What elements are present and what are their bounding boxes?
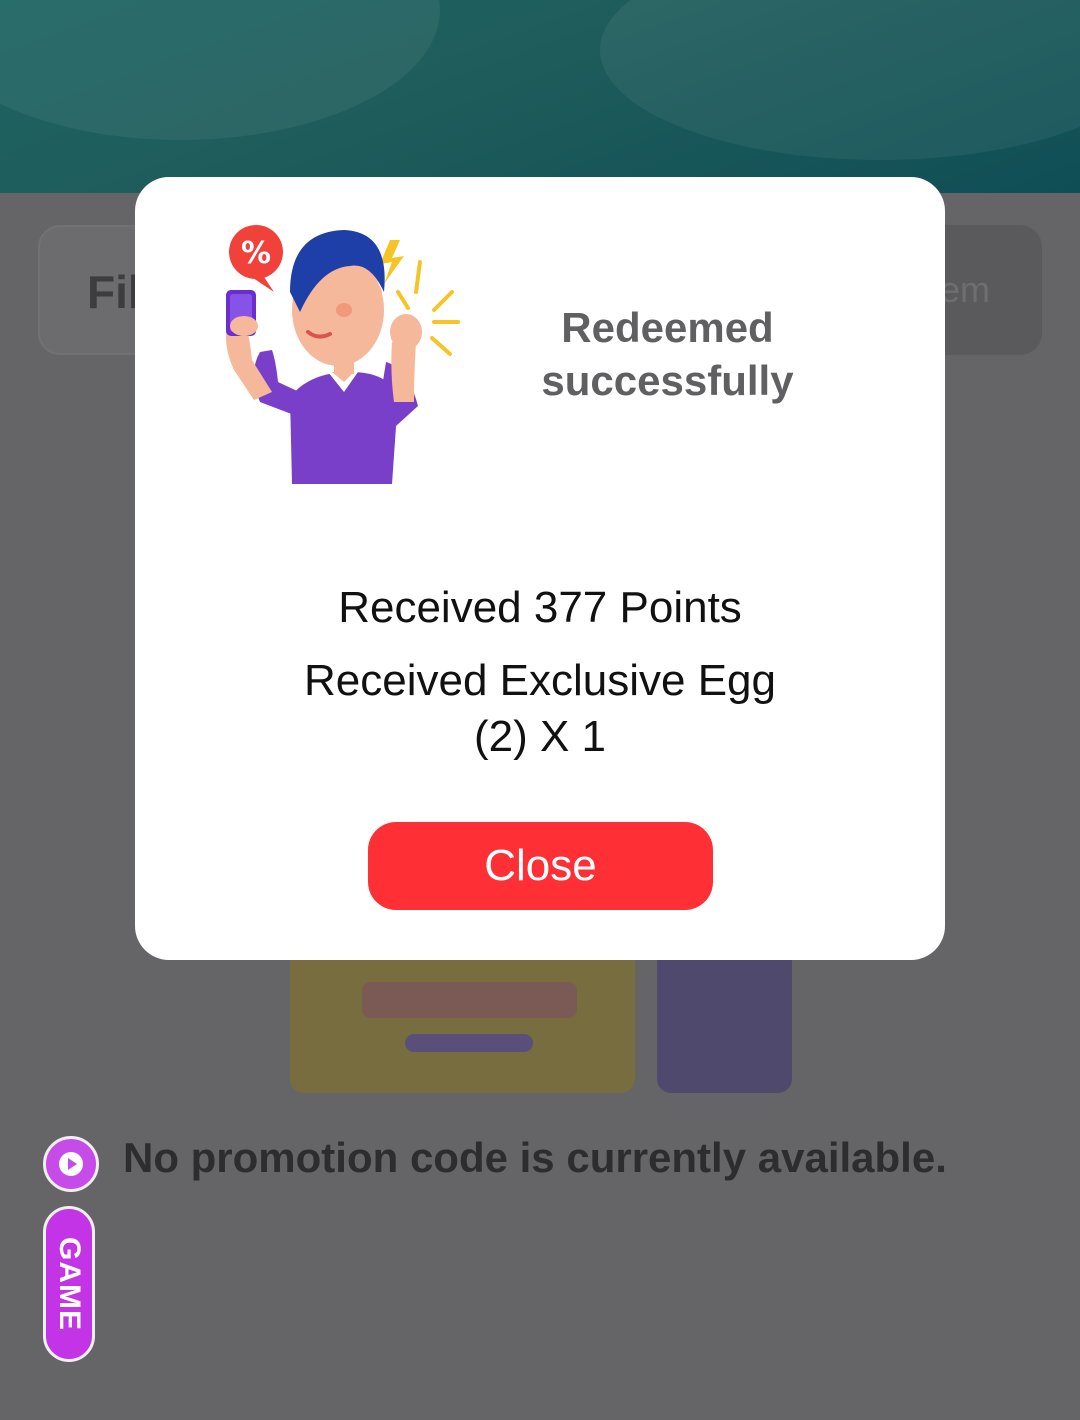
redeem-success-dialog: % Redeemed successfully Received 377 Poi… bbox=[135, 177, 945, 960]
play-icon bbox=[59, 1152, 83, 1176]
reward-points-text: Received 377 Points bbox=[338, 583, 742, 632]
redeem-tab-label: em bbox=[940, 269, 991, 310]
celebrating-person-illustration: % bbox=[226, 225, 460, 484]
game-button[interactable]: GAME bbox=[43, 1206, 95, 1362]
reward-item-label: Received Exclusive Egg (2) X 1 bbox=[303, 656, 776, 761]
empty-message: No promotion code is currently available… bbox=[123, 1134, 947, 1181]
reward-item-text: Received Exclusive Egg (2) X 1 bbox=[135, 653, 945, 765]
empty-state-coupon-illustration-2 bbox=[657, 958, 792, 1093]
top-banner bbox=[0, 0, 1080, 193]
close-button[interactable]: Close bbox=[368, 822, 713, 910]
game-button-label: GAME bbox=[53, 1237, 86, 1331]
svg-text:%: % bbox=[241, 236, 271, 271]
dialog-title: Redeemed successfully bbox=[541, 304, 794, 404]
empty-state-coupon-illustration bbox=[290, 958, 635, 1093]
play-button[interactable] bbox=[43, 1136, 99, 1192]
filter-tab-label: Fil bbox=[87, 266, 141, 318]
